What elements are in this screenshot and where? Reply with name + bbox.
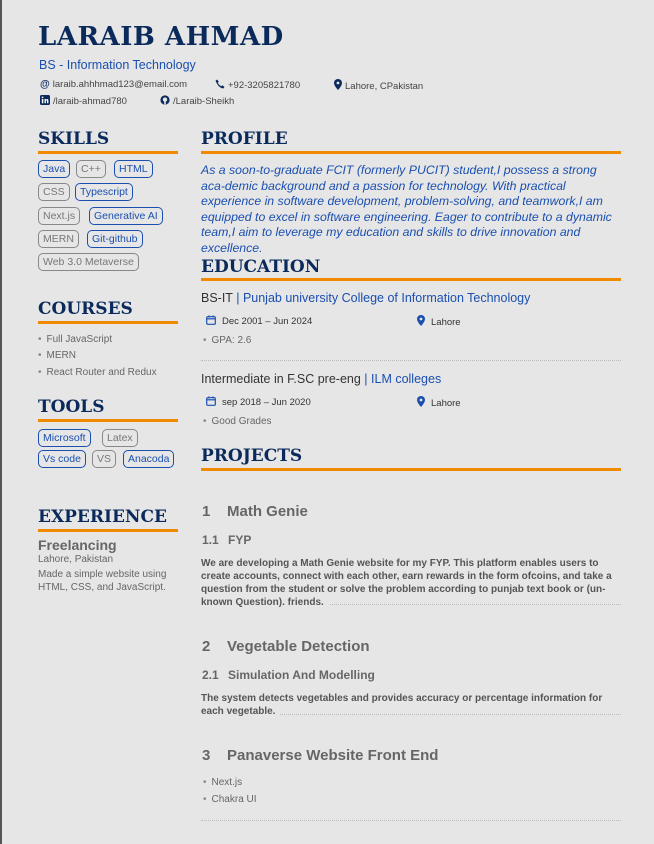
tool-tag: VS	[92, 450, 117, 468]
skills-rule	[38, 151, 178, 154]
linkedin-text: /laraib-ahmad780	[53, 96, 127, 107]
project-name: Vegetable Detection	[227, 638, 370, 655]
email-contact[interactable]: @ laraib.ahhhmad123@email.com	[40, 79, 187, 90]
education-dates-text: Dec 2001 – Jun 2024	[222, 316, 313, 327]
project-subtitle: 2.1 Simulation And Modelling	[202, 668, 375, 682]
project-subtitle: 1.1 FYP	[202, 533, 251, 547]
linkedin-contact[interactable]: /laraib-ahmad780	[40, 95, 127, 108]
tool-tag: Latex	[102, 429, 138, 447]
skill-tag: Typescript	[75, 183, 133, 201]
projects-rule	[201, 468, 621, 471]
project-number: 3	[202, 747, 211, 764]
profile-text: As a soon-to-graduate FCIT (formerly PUC…	[201, 163, 612, 255]
list-item: Good Grades	[203, 416, 272, 427]
project-sub-name: Simulation And Modelling	[228, 668, 375, 682]
tool-tag: Microsoft	[38, 429, 91, 447]
education-entry-title: Intermediate in F.SC pre-eng | ILM colle…	[201, 372, 442, 386]
skill-tag: Generative AI	[89, 207, 163, 225]
profile-rule	[201, 151, 621, 154]
education-institution[interactable]: Punjab university College of Information…	[243, 291, 530, 305]
education-entry-title: BS-IT | Punjab university College of Inf…	[201, 291, 531, 305]
phone-contact[interactable]: +92-3205821780	[215, 79, 300, 92]
skill-tag: CSS	[38, 183, 70, 201]
skill-tag: Web 3.0 Metaverse	[38, 253, 139, 271]
skills-heading: SKILLS	[38, 129, 110, 149]
page-left-border	[0, 0, 2, 844]
project-title: 1 Math Genie	[202, 503, 308, 520]
list-item: Full JavaScript	[38, 334, 113, 345]
education-location: Lahore	[417, 315, 461, 329]
project-sub-number: 1.1	[202, 533, 219, 547]
project-number: 1	[202, 503, 211, 520]
profile-heading: PROFILE	[201, 129, 288, 149]
candidate-role: BS - Information Technology	[39, 58, 196, 72]
education-degree: Intermediate in F.SC pre-eng	[201, 372, 361, 386]
github-contact[interactable]: /Laraib-Sheikh	[160, 95, 234, 108]
education-dates-text: sep 2018 – Jun 2020	[222, 397, 311, 408]
separator	[201, 360, 621, 361]
experience-heading: EXPERIENCE	[38, 507, 167, 527]
skill-tag: HTML	[114, 160, 153, 178]
candidate-name: LARAIB AHMAD	[38, 22, 284, 52]
linkedin-icon	[40, 95, 50, 108]
tool-tag: Anacoda	[123, 450, 175, 468]
tools-rule	[38, 419, 178, 422]
project-number: 2	[202, 638, 211, 655]
list-item: Next.js	[203, 777, 243, 788]
list-item: Chakra UI	[203, 794, 257, 805]
courses-rule	[38, 321, 178, 324]
education-location-text: Lahore	[431, 397, 461, 409]
github-icon	[160, 95, 170, 108]
project-name: Panaverse Website Front End	[227, 747, 439, 764]
experience-description: Made a simple website using HTML, CSS, a…	[38, 569, 167, 593]
experience-rule	[38, 529, 178, 532]
separator	[330, 604, 621, 605]
education-institution[interactable]: ILM colleges	[371, 372, 441, 386]
tools-heading: TOOLS	[38, 397, 105, 417]
list-item: React Router and Redux	[38, 367, 157, 378]
email-text: laraib.ahhhmad123@email.com	[52, 79, 188, 90]
education-location: Lahore	[417, 396, 461, 410]
calendar-icon	[206, 396, 216, 409]
education-location-text: Lahore	[431, 316, 461, 328]
separator	[201, 820, 621, 821]
skill-tag: Next.js	[38, 207, 81, 225]
education-dates: sep 2018 – Jun 2020	[206, 396, 311, 409]
tool-tag: Vs code	[38, 450, 86, 468]
map-pin-icon	[417, 315, 425, 329]
project-sub-name: FYP	[228, 533, 252, 547]
skill-tag: Git-github	[87, 230, 143, 248]
phone-text: +92-3205821780	[228, 80, 301, 91]
calendar-icon	[206, 315, 216, 328]
skill-tag: MERN	[38, 230, 79, 248]
project-title: 3 Panaverse Website Front End	[202, 747, 438, 764]
courses-heading: COURSES	[38, 299, 133, 319]
location-contact: Lahore, CPakistan	[334, 79, 423, 93]
map-pin-icon	[417, 396, 425, 410]
skill-tag: C++	[76, 160, 106, 178]
project-title: 2 Vegetable Detection	[202, 638, 370, 655]
experience-location: Lahore, Pakistan	[38, 554, 114, 565]
separator	[280, 714, 621, 715]
education-rule	[201, 278, 621, 281]
education-dates: Dec 2001 – Jun 2024	[206, 315, 312, 328]
education-degree: BS-IT	[201, 291, 233, 305]
list-item: MERN	[38, 350, 76, 361]
list-item: GPA: 2.6	[203, 335, 252, 346]
experience-role: Freelancing	[38, 537, 117, 553]
skill-tag: Java	[38, 160, 71, 178]
location-text: Lahore, CPakistan	[345, 80, 424, 92]
projects-heading: PROJECTS	[201, 446, 303, 466]
education-heading: EDUCATION	[201, 257, 321, 277]
phone-icon	[215, 79, 225, 92]
map-pin-icon	[334, 79, 342, 93]
project-sub-number: 2.1	[202, 668, 219, 682]
at-icon: @	[40, 79, 50, 90]
project-name: Math Genie	[227, 503, 308, 520]
project-description: We are developing a Math Genie website f…	[201, 558, 612, 608]
github-text: /Laraib-Sheikh	[173, 96, 235, 107]
